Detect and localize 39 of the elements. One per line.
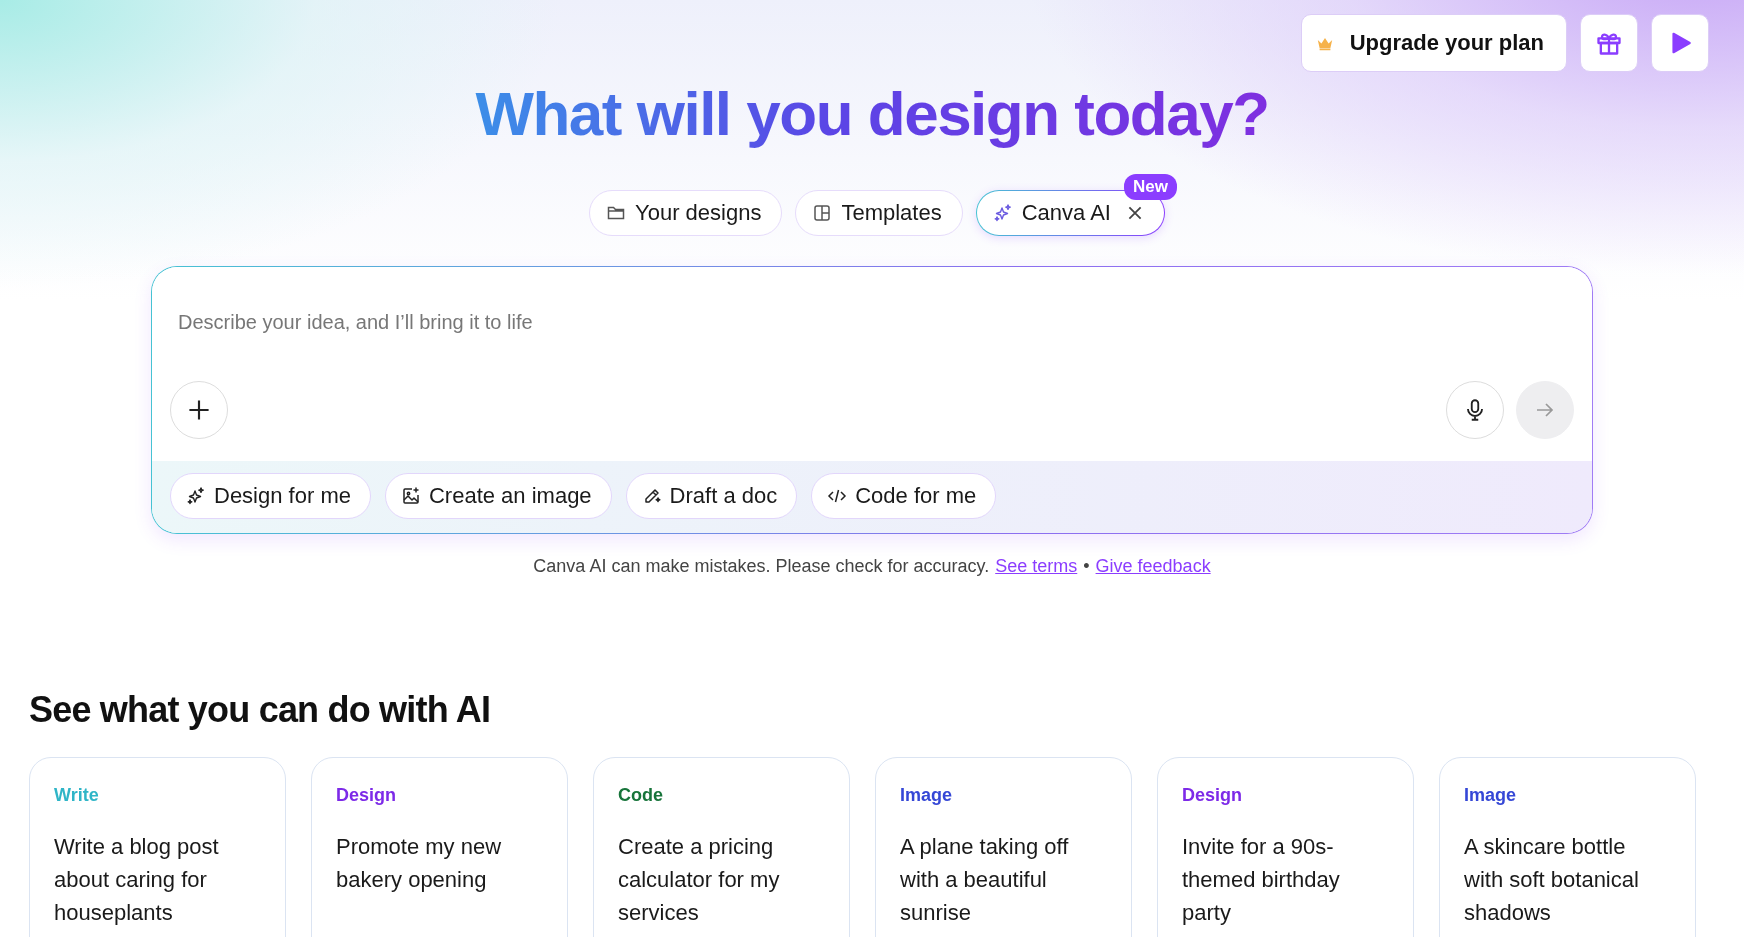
category-label: Design	[336, 785, 397, 807]
image-icon	[400, 486, 421, 507]
play-button[interactable]	[1651, 14, 1709, 72]
card-text: Promote my new bakery opening	[336, 833, 503, 895]
sparkle-icon	[186, 486, 206, 507]
category-label: Code	[618, 785, 664, 807]
plus-icon	[187, 398, 211, 423]
idea-card[interactable]: Image A skincare bottle with soft botanical shadows	[1439, 757, 1696, 937]
card-text: Create a pricing calculator for my services	[618, 833, 781, 928]
prompt-field[interactable]: Describe your idea, and I’ll bring it to life	[170, 307, 1512, 338]
category-label: Write	[54, 785, 100, 807]
card-text: A plane taking off with a beautiful sunrise	[900, 833, 1070, 928]
layout-icon	[812, 203, 833, 224]
idea-card[interactable]: Design Promote my new bakery opening	[311, 757, 568, 937]
category-label: Image	[900, 785, 954, 807]
section-heading: See what you can do with AI	[29, 689, 492, 732]
category-label: Image	[1464, 785, 1518, 807]
card-text: Invite for a 90s-themed birthday party	[1182, 833, 1341, 928]
idea-card[interactable]: Design Invite for a 90s-themed birthday party	[1157, 757, 1414, 937]
tab[interactable]: Your designs	[589, 190, 783, 237]
suggestion-chip[interactable]: Create an image	[384, 473, 612, 520]
idea-card[interactable]: Write Write a blog post about caring for houseplants	[29, 757, 286, 937]
new-badge: New	[1124, 174, 1177, 201]
tab[interactable]: Templates	[795, 190, 963, 237]
idea-card[interactable]: Image A plane taking off with a beautiful sunrise	[875, 757, 1132, 937]
card-text: Write a blog post about caring for houseplants	[54, 833, 220, 928]
idea-card[interactable]: Code Create a pricing calculator for my services	[593, 757, 850, 937]
suggestion-chip[interactable]: Design for me	[170, 473, 371, 520]
card-text: A skincare bottle with soft botanical shadows	[1464, 833, 1640, 928]
suggestion-chip[interactable]: Code for me	[811, 473, 997, 520]
terms-link[interactable]: See terms	[995, 556, 1078, 578]
separator-dot: •	[1083, 556, 1090, 578]
disclaimer-text: Canva AI can make mistakes. Please check for accuracy.	[533, 556, 990, 578]
feedback-link[interactable]: Give feedback	[1095, 556, 1211, 578]
gift-button[interactable]	[1580, 14, 1638, 72]
category-label: Design	[1182, 785, 1243, 807]
suggestion-chip[interactable]: Draft a doc	[625, 473, 798, 520]
upgrade-button[interactable]: Upgrade your plan	[1300, 14, 1567, 72]
sparkle-icon	[992, 203, 1013, 224]
